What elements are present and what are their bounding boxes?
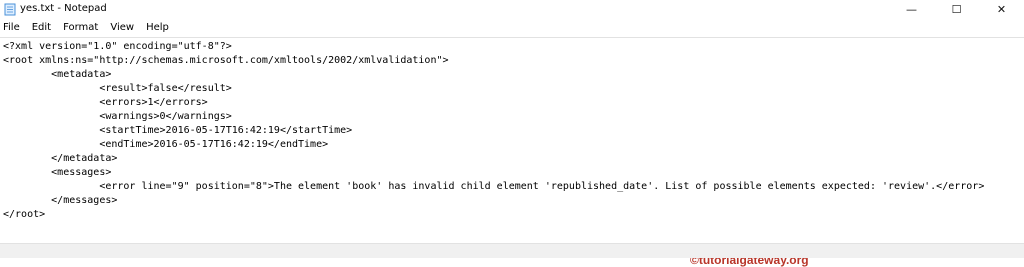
- title-bar: yes.txt - Notepad — ☐ ✕: [0, 0, 1024, 19]
- code-line: <startTime>2016-05-17T16:42:19</startTim…: [3, 125, 353, 136]
- notepad-icon: [4, 3, 16, 16]
- code-line: <error line="9" position="8">The element…: [3, 181, 985, 192]
- code-line: <endTime>2016-05-17T16:42:19</endTime>: [3, 139, 329, 150]
- code-line: </root>: [3, 209, 46, 220]
- code-line: <root xmlns:ns="http://schemas.microsoft…: [3, 55, 449, 66]
- code-line: <metadata>: [3, 69, 112, 80]
- menu-help[interactable]: Help: [140, 20, 175, 36]
- menu-edit[interactable]: Edit: [26, 20, 57, 36]
- maximize-button[interactable]: ☐: [934, 0, 979, 19]
- window-controls: — ☐ ✕: [889, 0, 1024, 19]
- code-line: <warnings>0</warnings>: [3, 111, 232, 122]
- code-line: </messages>: [3, 195, 118, 206]
- menu-view[interactable]: View: [104, 20, 140, 36]
- menu-format[interactable]: Format: [57, 20, 104, 36]
- editor-content: <?xml version="1.0" encoding="utf-8"?> <r…: [0, 38, 1024, 222]
- code-line: </metadata>: [3, 153, 118, 164]
- menu-bar: File Edit Format View Help: [0, 20, 1024, 36]
- code-line: <?xml version="1.0" encoding="utf-8"?>: [3, 41, 232, 52]
- code-line: <messages>: [3, 167, 112, 178]
- minimize-button[interactable]: —: [889, 0, 934, 19]
- code-line: <result>false</result>: [3, 83, 232, 94]
- menu-file[interactable]: File: [0, 20, 26, 36]
- window-title: yes.txt - Notepad: [20, 3, 107, 14]
- text-editor[interactable]: <?xml version="1.0" encoding="utf-8"?> <r…: [0, 37, 1024, 267]
- close-button[interactable]: ✕: [979, 0, 1024, 19]
- horizontal-scrollbar[interactable]: [0, 243, 1024, 258]
- code-line: <errors>1</errors>: [3, 97, 208, 108]
